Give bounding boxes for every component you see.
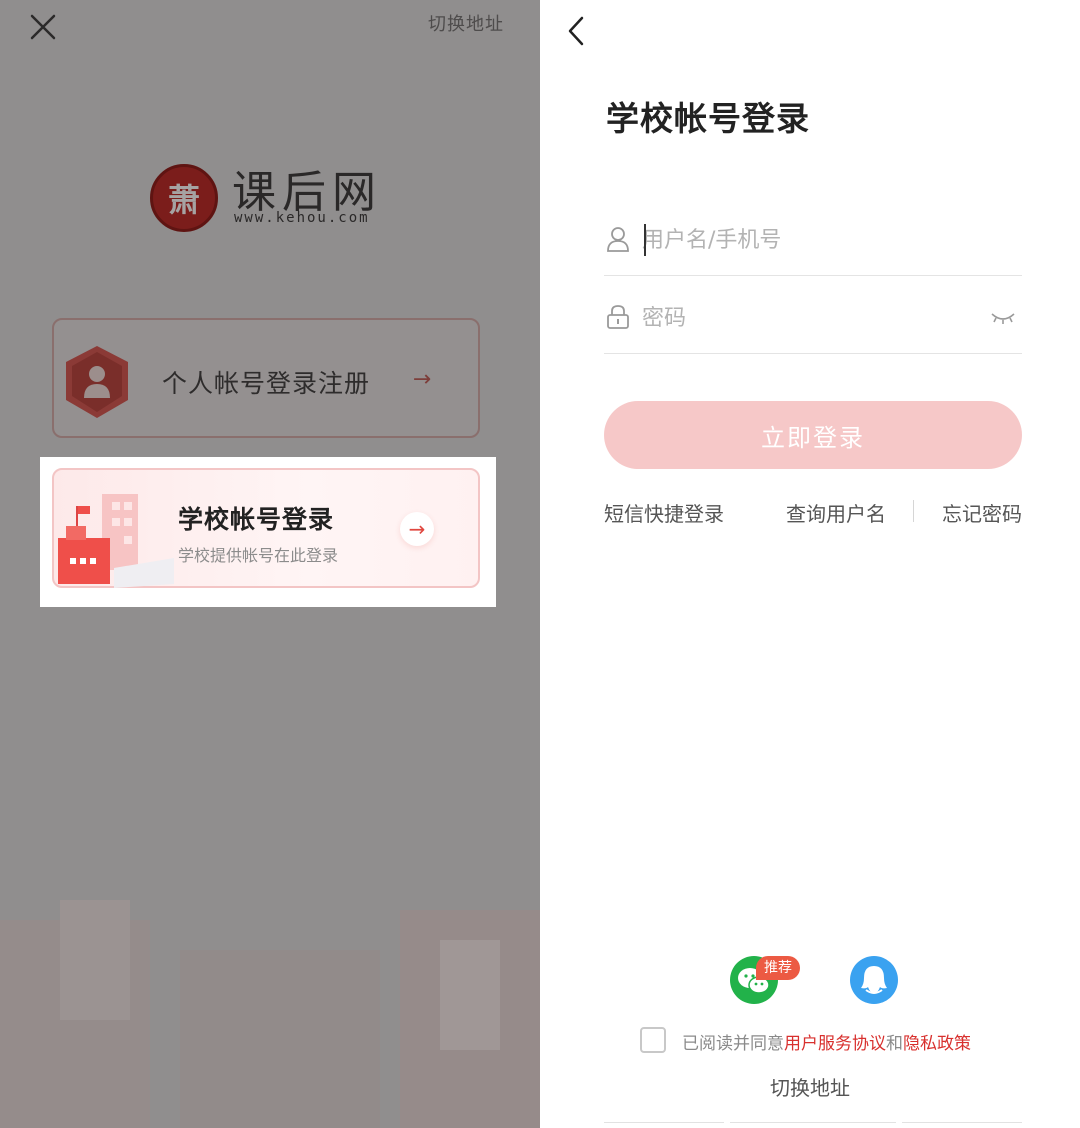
eye-closed-icon[interactable] (990, 310, 1016, 326)
agree-checkbox[interactable] (640, 1027, 666, 1053)
user-agreement-link[interactable]: 用户服务协议 (784, 1034, 886, 1054)
page-title: 学校帐号登录 (606, 99, 810, 138)
school-building-icon (58, 494, 174, 588)
sms-login-link[interactable]: 短信快捷登录 (604, 498, 724, 527)
background-illustration (0, 860, 540, 1128)
privacy-policy-link[interactable]: 隐私政策 (903, 1034, 971, 1054)
lock-icon (607, 305, 629, 329)
text-cursor (644, 224, 646, 256)
personal-card-title: 个人帐号登录注册 (162, 369, 371, 398)
bottom-divider (604, 1120, 1022, 1128)
seal-logo: 萧 (150, 164, 218, 232)
seal-char: 萧 (167, 181, 200, 219)
close-icon[interactable] (28, 12, 58, 42)
arrow-right-icon: → (400, 512, 434, 546)
qq-icon (861, 966, 887, 994)
school-login-screen: 学校帐号登录 立即登录 短信快捷登录 查询用户名 忘记密码 (540, 0, 1080, 1128)
username-field (604, 206, 1022, 276)
qq-login-button[interactable] (850, 956, 898, 1004)
user-icon (607, 227, 629, 252)
switch-address-link[interactable]: 切换地址 (428, 10, 504, 36)
social-login: 推荐 (726, 950, 906, 1010)
agreement-prefix: 已阅读并同意 (682, 1034, 784, 1054)
forgot-password-link[interactable]: 忘记密码 (942, 498, 1022, 527)
personal-account-card[interactable]: 个人帐号登录注册 → (52, 318, 480, 438)
chevron-left-icon[interactable] (564, 14, 588, 48)
kehou-logo: 萧 课后网 www.kehou.com (150, 162, 390, 236)
school-card-subtitle: 学校提供帐号在此登录 (178, 546, 339, 565)
arrow-right-icon: → (412, 367, 432, 392)
password-field (604, 284, 1022, 354)
switch-address-button[interactable]: 切换地址 (540, 1072, 1080, 1101)
personal-user-badge-icon (66, 346, 128, 418)
find-username-link[interactable]: 查询用户名 (786, 498, 886, 527)
agreement-text: 已阅读并同意用户服务协议和隐私政策 (682, 1029, 971, 1054)
link-divider (913, 500, 914, 522)
password-input[interactable] (642, 298, 982, 338)
login-button[interactable]: 立即登录 (604, 401, 1022, 469)
agreement-and: 和 (886, 1034, 903, 1054)
logo-url: www.kehou.com (234, 210, 370, 226)
login-options: 短信快捷登录 查询用户名 忘记密码 (604, 498, 1022, 528)
school-card-title: 学校帐号登录 (178, 505, 335, 534)
recommend-badge: 推荐 (756, 956, 800, 980)
school-account-card[interactable]: 学校帐号登录 学校提供帐号在此登录 → (52, 468, 480, 588)
username-input[interactable] (642, 220, 982, 260)
